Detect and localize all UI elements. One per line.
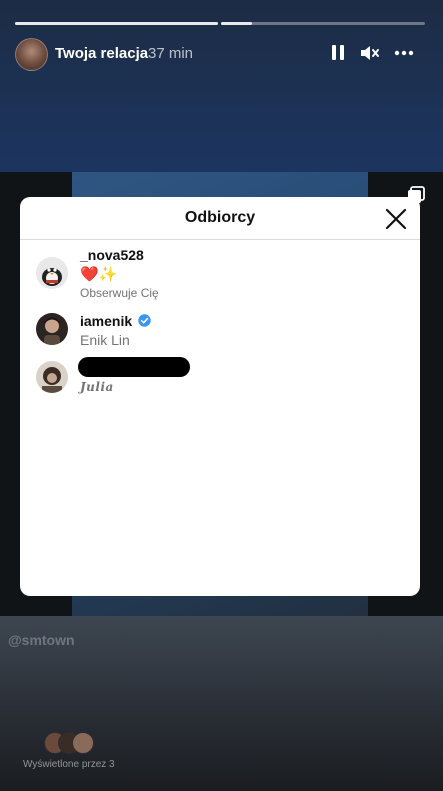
viewers-label[interactable]: Wyświetlone przez 3 <box>23 759 115 770</box>
recipient-full-name: Enik Lin <box>80 332 130 348</box>
redacted-username <box>78 357 190 377</box>
modal-title: Odbiorcy <box>184 209 256 226</box>
recipient-row-iamenik[interactable]: iamenik Enik Lin <box>20 313 420 363</box>
mention-sticker[interactable]: @smtown <box>8 632 75 648</box>
modal-divider <box>20 239 420 240</box>
viewers-avatars[interactable] <box>44 732 100 754</box>
verified-badge-icon <box>138 314 151 327</box>
recipient-username-text[interactable]: iamenik <box>80 313 132 329</box>
recipient-name-julia: Julia <box>80 380 114 394</box>
avatar <box>72 732 94 754</box>
recipients-modal: Odbiorcy _nova528 ❤️✨ Obserwuje Cię iame… <box>20 197 420 596</box>
story-time: 37 min <box>148 45 194 62</box>
story-avatar[interactable] <box>15 38 48 71</box>
close-icon[interactable] <box>382 205 410 233</box>
pause-icon[interactable] <box>326 42 350 64</box>
avatar[interactable] <box>36 257 68 289</box>
recipient-row-nova528[interactable]: _nova528 ❤️✨ Obserwuje Cię <box>20 247 420 300</box>
story-progress-segment-1 <box>15 22 218 25</box>
recipient-emoji: ❤️✨ <box>80 266 118 283</box>
recipient-username[interactable]: iamenik <box>80 313 151 329</box>
avatar[interactable] <box>36 361 68 393</box>
story-top-area <box>0 0 443 172</box>
recipient-username[interactable]: _nova528 <box>80 247 144 263</box>
mute-icon[interactable] <box>358 42 382 64</box>
more-icon[interactable] <box>392 42 416 64</box>
story-title[interactable]: Twoja relacja <box>55 45 148 62</box>
avatar[interactable] <box>36 313 68 345</box>
follows-you-label: Obserwuje Cię <box>80 286 159 300</box>
story-progress-segment-2 <box>221 22 425 25</box>
